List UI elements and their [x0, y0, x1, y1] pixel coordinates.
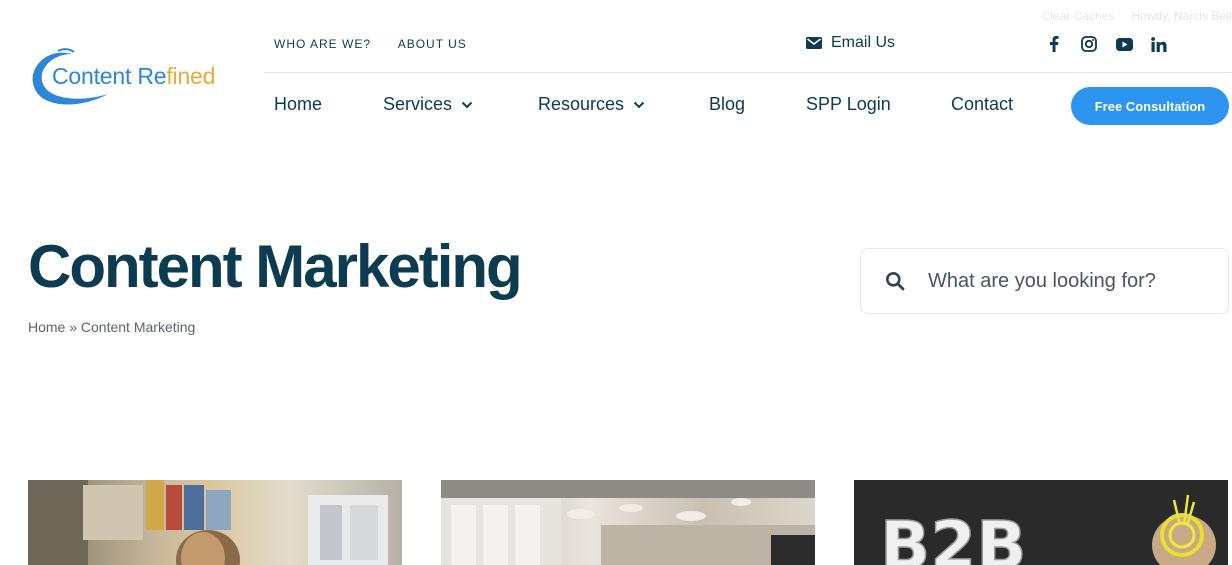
- howdy-user-link[interactable]: Howdy, Narcis Bejt: [1132, 9, 1232, 23]
- nav-item-spp-login[interactable]: SPP Login: [806, 94, 891, 115]
- header-divider: [264, 72, 1232, 73]
- post-card-image[interactable]: B2B: [854, 480, 1228, 565]
- nav-item-label: Blog: [709, 94, 746, 114]
- logo-text-accent: fined: [166, 63, 216, 89]
- nav-item-services[interactable]: Services: [383, 94, 473, 115]
- about-us-link[interactable]: ABOUT US: [398, 37, 467, 51]
- chevron-down-icon: [461, 101, 473, 109]
- open-office-photo: [441, 480, 815, 565]
- youtube-icon[interactable]: [1115, 35, 1133, 53]
- nav-item-resources[interactable]: Resources: [538, 94, 645, 115]
- logo-text-primary: Content Re: [52, 63, 167, 89]
- who-are-we-link[interactable]: WHO ARE WE?: [274, 37, 371, 51]
- office-woman-photo: [28, 480, 388, 565]
- envelope-icon: [806, 37, 822, 49]
- search-input[interactable]: [928, 269, 1208, 293]
- page-title: Content Marketing: [28, 233, 523, 300]
- chevron-down-icon: [633, 101, 645, 109]
- free-consultation-button[interactable]: Free Consultation: [1071, 87, 1229, 125]
- b2b-chalk-text: B2B: [880, 507, 1027, 565]
- secondary-nav: WHO ARE WE? ABOUT US: [274, 37, 490, 51]
- email-us-label: Email Us: [831, 34, 896, 51]
- logo-text: Content Refined: [52, 63, 215, 90]
- nav-item-label: Resources: [538, 94, 625, 114]
- nav-item-blog[interactable]: Blog: [709, 94, 745, 115]
- b2b-chalkboard-photo: B2B: [854, 480, 1228, 565]
- instagram-icon[interactable]: [1080, 35, 1098, 53]
- clear-caches-link[interactable]: Clear Caches: [1041, 9, 1114, 23]
- post-card-image[interactable]: [441, 480, 815, 565]
- breadcrumb: Home » Content Marketing: [28, 319, 196, 335]
- linkedin-icon[interactable]: [1150, 35, 1168, 53]
- nav-item-home[interactable]: Home: [274, 94, 322, 115]
- admin-bar: Clear Caches Howdy, Narcis Bejt: [1027, 9, 1232, 23]
- nav-item-label: Contact: [951, 94, 1014, 114]
- post-card-image[interactable]: [28, 480, 402, 565]
- nav-item-label: Home: [274, 94, 323, 114]
- nav-item-label: SPP Login: [806, 94, 891, 114]
- search-box: [860, 248, 1229, 314]
- social-links: [1045, 35, 1185, 53]
- facebook-icon[interactable]: [1045, 35, 1063, 53]
- nav-item-label: Services: [383, 94, 453, 114]
- nav-item-contact[interactable]: Contact: [951, 94, 1013, 115]
- site-logo[interactable]: Content Refined: [28, 48, 238, 108]
- search-icon[interactable]: [885, 271, 905, 291]
- email-us-link[interactable]: Email Us: [806, 34, 895, 52]
